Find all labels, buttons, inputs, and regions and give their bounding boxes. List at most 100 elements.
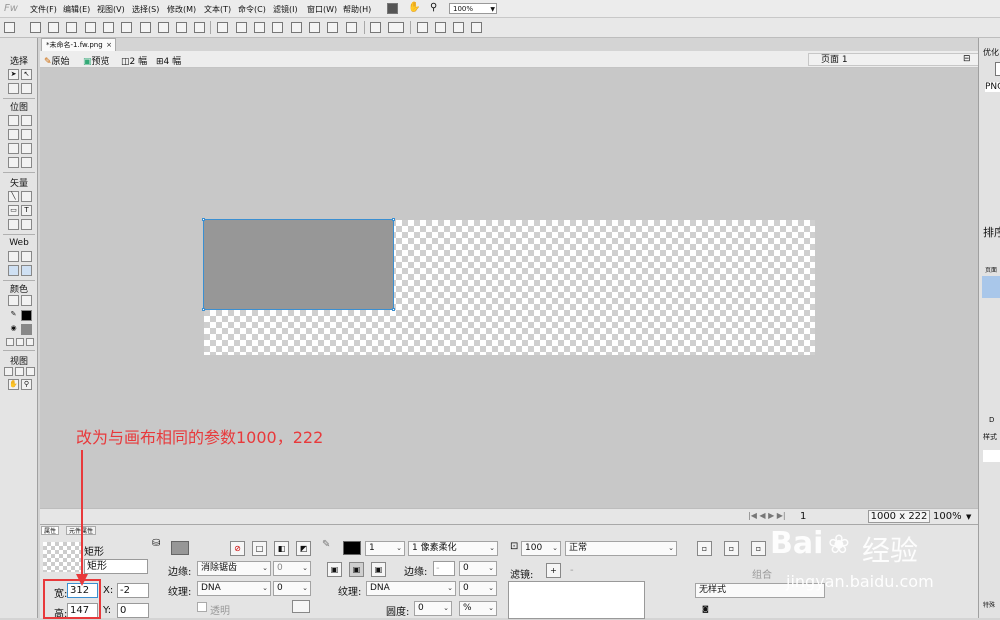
x-field[interactable]: -2 (117, 583, 149, 598)
eyedropper-tool-icon[interactable] (8, 295, 19, 306)
tab-symbol-properties[interactable]: 元件属性 (66, 526, 97, 535)
bring-forward-icon[interactable] (309, 22, 320, 33)
menu-filters[interactable]: 滤镜(I) (273, 4, 298, 15)
add-filter-button[interactable]: + (546, 563, 561, 578)
fill-color-swatch[interactable] (171, 541, 189, 555)
open-icon[interactable] (48, 22, 59, 33)
frame-controls-icon[interactable]: |◀ ◀ ▶ ▶| (748, 511, 786, 520)
menu-help[interactable]: 帮助(H) (343, 4, 371, 15)
send-backward-icon[interactable] (327, 22, 338, 33)
resize-handle[interactable] (202, 218, 205, 221)
paste-icon[interactable] (194, 22, 205, 33)
page-thumbnail[interactable] (982, 276, 1000, 298)
page-menu-icon[interactable]: ⊟ (963, 54, 971, 64)
styles-list[interactable] (983, 450, 1000, 462)
panel-styles-title[interactable]: 样式 (983, 432, 997, 442)
transparent-checkbox[interactable] (197, 602, 207, 612)
full-screen-icon[interactable] (26, 367, 35, 376)
export-icon[interactable] (85, 22, 96, 33)
line-tool-icon[interactable]: ╲ (8, 191, 19, 202)
panel-optimize-title[interactable]: 优化 (983, 47, 999, 58)
copy-icon[interactable] (176, 22, 187, 33)
send-back-icon[interactable] (346, 22, 357, 33)
fill-color-swatch[interactable] (21, 324, 32, 335)
align-center-button[interactable]: ▫ (724, 541, 739, 556)
group-button[interactable]: 组合 (752, 566, 772, 581)
hotspot-tool-icon[interactable] (8, 251, 19, 262)
cut-icon[interactable] (158, 22, 169, 33)
stamp-tool-icon[interactable] (21, 157, 32, 168)
export-format[interactable]: PNG (985, 82, 1000, 92)
y-field[interactable]: 0 (117, 603, 149, 618)
stroke-outside-button[interactable]: ▣ (371, 562, 386, 577)
stroke-inside-button[interactable]: ▣ (327, 562, 342, 577)
status-zoom[interactable]: 100% (933, 511, 962, 522)
solid-fill-button[interactable]: □ (252, 541, 267, 556)
screen-mode-icon[interactable] (387, 3, 398, 14)
roundness-unit-select[interactable]: % ⌄ (459, 601, 497, 616)
hide-slices-icon[interactable] (8, 265, 19, 276)
stroke-center-button[interactable]: ▣ (349, 562, 364, 577)
slice-tool-icon[interactable] (21, 251, 32, 262)
lasso-tool-icon[interactable] (21, 115, 32, 126)
align-left-button[interactable]: ▫ (697, 541, 712, 556)
zoom-select[interactable]: 100% ▼ (449, 3, 497, 14)
standard-screen-icon[interactable] (4, 367, 13, 376)
roundness-field[interactable]: 0 ⌄ (414, 601, 452, 616)
texture-edit-button[interactable] (292, 600, 310, 613)
opacity-field[interactable]: 100 ⌄ (521, 541, 561, 556)
flip-horizontal-icon[interactable] (453, 22, 464, 33)
tab-4-up[interactable]: ⊞4 幅 (156, 54, 181, 67)
flip-vertical-icon[interactable] (471, 22, 482, 33)
blur-tool-icon[interactable] (8, 157, 19, 168)
align-right-button[interactable]: ▫ (751, 541, 766, 556)
filters-list[interactable] (508, 581, 645, 619)
document-tab[interactable]: *未命名-1.fw.png × (41, 38, 116, 51)
undo-icon[interactable] (121, 22, 132, 33)
menu-view[interactable]: 视图(V) (97, 4, 125, 15)
menu-modify[interactable]: 修改(M) (167, 4, 196, 15)
paint-bucket-icon[interactable] (21, 295, 32, 306)
pencil-tool-icon[interactable] (8, 143, 19, 154)
hand-icon[interactable]: ✋ (408, 2, 420, 13)
stroke-edge-amount[interactable]: 0 ⌄ (459, 561, 497, 576)
split-icon[interactable] (272, 22, 283, 33)
rotate-right-icon[interactable] (435, 22, 446, 33)
text-tool-icon[interactable]: T (21, 205, 32, 216)
stroke-edge-slider[interactable]: - (433, 561, 455, 576)
resize-handle[interactable] (392, 218, 395, 221)
resize-handle[interactable] (392, 308, 395, 311)
freeform-tool-icon[interactable] (8, 219, 19, 230)
no-fill-button[interactable]: ⊘ (230, 541, 245, 556)
full-screen-menu-icon[interactable] (15, 367, 24, 376)
stroke-color-swatch[interactable] (343, 541, 361, 555)
panel-special-title[interactable]: 特殊 (983, 600, 995, 609)
optimize-preset-field[interactable] (995, 62, 1000, 76)
canvas-size[interactable]: 1000 x 222 (868, 510, 930, 523)
menu-commands[interactable]: 命令(C) (238, 4, 266, 15)
remove-filter-button[interactable]: - (570, 565, 574, 576)
pointer-tool-icon[interactable]: ➤ (8, 69, 19, 80)
menu-window[interactable]: 窗口(W) (307, 4, 337, 15)
marquee-tool-icon[interactable] (8, 115, 19, 126)
rectangle-tool-icon[interactable]: ▭ (8, 205, 19, 216)
eraser-tool-icon[interactable] (21, 143, 32, 154)
brush-tool-icon[interactable] (21, 129, 32, 140)
menu-select[interactable]: 选择(S) (132, 4, 159, 15)
fill-texture-select[interactable]: DNA ⌄ (197, 581, 271, 596)
align-menu-icon[interactable] (370, 22, 381, 33)
redo-icon[interactable] (140, 22, 151, 33)
new-file-icon[interactable] (4, 22, 15, 33)
style-select[interactable]: 无样式 (695, 583, 825, 598)
join-icon[interactable] (254, 22, 265, 33)
rotate-left-icon[interactable] (417, 22, 428, 33)
tab-preview[interactable]: ▣预览 (83, 54, 110, 67)
subselect-tool-icon[interactable]: ↖ (21, 69, 32, 80)
menu-file[interactable]: 文件(F) (30, 4, 57, 15)
blend-mode-select[interactable]: 正常 ⌄ (565, 541, 677, 556)
chevron-down-icon[interactable]: ▼ (966, 513, 971, 521)
magnifier-icon[interactable]: ⚲ (430, 2, 437, 13)
bring-front-icon[interactable] (291, 22, 302, 33)
close-icon[interactable]: × (106, 39, 112, 51)
fill-edge-select[interactable]: 消除锯齿 ⌄ (197, 561, 271, 576)
